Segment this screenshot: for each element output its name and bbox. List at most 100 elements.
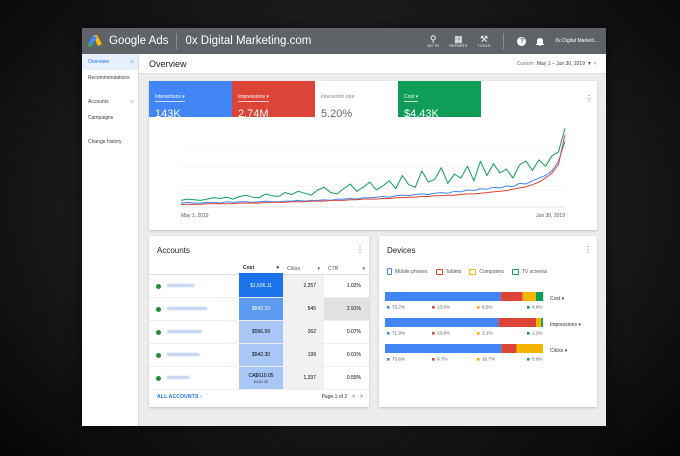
table-row[interactable]: xxxxxxxxxxxxx $542.30 199 0.01% xyxy=(149,344,369,367)
column-header-ctr[interactable]: CTR ▾ xyxy=(324,263,369,275)
ctr-cell: 0.07% xyxy=(346,329,361,335)
column-header-cost[interactable]: Cost ▾ xyxy=(239,263,283,275)
cost-cell: CA$610.05 $456.35 xyxy=(239,367,283,389)
chevron-down-icon[interactable]: ˅ xyxy=(360,394,363,400)
clicks-cell: 545 xyxy=(283,298,324,320)
overview-header: Overview Custom May 1 – Jun 30, 2019 ▾ ‹ xyxy=(139,54,606,74)
overview-card: Interactions ▾ 143K Impressions ▾ 2.74M … xyxy=(149,81,597,230)
account-name-link[interactable]: xxxxxxxxxxxxxxxx xyxy=(167,306,207,312)
sidebar-item-label: Change history xyxy=(88,139,122,145)
more-vert-icon[interactable]: ⋮ xyxy=(356,246,364,254)
sidebar-item-label: Overview xyxy=(88,59,109,65)
value-swatch xyxy=(387,306,390,309)
bar-segment xyxy=(501,344,517,353)
account-name-link[interactable]: xxxxxxxxxxx xyxy=(167,283,195,289)
search-icon: ⚲ xyxy=(429,33,437,44)
bell-icon[interactable] xyxy=(536,37,545,46)
all-accounts-link[interactable]: ALL ACCOUNTS › xyxy=(157,394,202,400)
sidebar-item-accounts[interactable]: Accounts ⌂ xyxy=(82,94,138,110)
accounts-table: Cost ▾ Clicks ▾ CTR ▾ xxxxxxxxxxx $1,636.11… xyxy=(149,263,369,390)
bar-category-label[interactable]: Cost ▾ xyxy=(550,296,565,302)
table-row[interactable]: xxxxxxxxxxx $1,636.11 2,257 1.02% xyxy=(149,275,369,298)
sidebar-item-recommendations[interactable]: Recommendations xyxy=(82,70,138,86)
page-indicator: Page 1 of 2 xyxy=(321,394,348,400)
bar-segment xyxy=(516,344,543,353)
legend-tv: TV screens xyxy=(511,268,547,275)
caret-down-icon: ▾ xyxy=(362,265,365,272)
series-line-0 xyxy=(180,128,566,201)
bar-category-label[interactable]: Impressions ▾ xyxy=(550,322,581,328)
status-dot xyxy=(156,375,161,381)
cost-cell: $840.20 xyxy=(239,298,283,320)
table-row[interactable]: xxxxxxxxxxxxxxxx $840.20 545 2.91% xyxy=(149,298,369,321)
sidebar-item-campaigns[interactable]: Campaigns xyxy=(82,110,138,126)
more-vert-icon[interactable]: ⋮ xyxy=(585,95,593,103)
bar-segment xyxy=(385,318,499,327)
data-label: 1.2% xyxy=(532,331,542,336)
ctr-cell: 0.55% xyxy=(346,375,361,381)
sidebar-item-change-history[interactable]: Change history xyxy=(82,134,138,150)
caret-down-icon: ▾ xyxy=(317,265,320,272)
metric-label: Interactions xyxy=(155,94,181,100)
metric-interactions[interactable]: Interactions ▾ 143K xyxy=(149,81,232,120)
table-header: Cost ▾ Clicks ▾ CTR ▾ xyxy=(149,263,369,275)
top-bar: Google Ads 0x Digital Marketing.com ⚲ GO… xyxy=(82,28,606,54)
clicks-cell: 2,257 xyxy=(283,275,324,297)
help-icon[interactable]: ? xyxy=(517,36,527,46)
data-label: 23.8% xyxy=(437,331,450,336)
ctr-cell: 1.02% xyxy=(346,283,361,289)
date-range-picker[interactable]: Custom May 1 – Jun 30, 2019 ▾ ‹ xyxy=(517,60,596,68)
x-tick-label: Jun 30, 2019 xyxy=(536,213,565,219)
clicks-cell: 1,337 xyxy=(283,367,324,389)
value-swatch xyxy=(527,306,530,309)
sidebar: Overview ⌂ Recommendations Accounts ⌂ Ca… xyxy=(82,54,139,426)
customer-name[interactable]: 0x Digital Marketi... xyxy=(555,38,598,44)
bar-category-label[interactable]: Clicks ▾ xyxy=(550,348,568,354)
sidebar-item-overview[interactable]: Overview ⌂ xyxy=(82,54,138,70)
tools-button[interactable]: ⚒ TOOLS xyxy=(477,34,491,48)
value-swatch xyxy=(432,358,435,361)
devices-card: Devices ⋮ Mobile phones Tablets Computer… xyxy=(379,236,597,407)
cost-cell: $1,636.11 xyxy=(239,275,283,297)
performance-line-chart: May 1, 2019 Jun 30, 2019 xyxy=(180,128,566,219)
sidebar-item-label: Recommendations xyxy=(88,75,130,81)
value-swatch xyxy=(477,358,480,361)
sidebar-item-label: Campaigns xyxy=(88,115,114,121)
go-to-button[interactable]: ⚲ GO TO xyxy=(427,33,439,48)
bar-segment xyxy=(385,292,501,301)
account-name-link[interactable]: xxxxxxxxxxxxxx xyxy=(167,329,202,335)
data-label: 71.9% xyxy=(392,331,405,336)
google-ads-logo[interactable]: Google Ads xyxy=(88,35,168,47)
account-name-link[interactable]: xxxxxxxxxxxxx xyxy=(167,352,200,358)
status-dot xyxy=(156,283,161,289)
metric-interaction-rate[interactable]: Interaction rate 5.20% xyxy=(315,81,398,120)
bar-segment xyxy=(536,318,542,327)
caret-down-icon: ▾ xyxy=(587,61,591,67)
chevron-up-icon[interactable]: ˄ xyxy=(352,394,355,400)
page-title: Overview xyxy=(149,58,187,69)
value-swatch xyxy=(387,332,390,335)
home-icon: ⌂ xyxy=(130,59,134,65)
more-vert-icon[interactable]: ⋮ xyxy=(584,246,592,254)
metric-impressions[interactable]: Impressions ▾ 2.74M xyxy=(232,81,315,120)
table-row[interactable]: xxxxxxxxxxxxxx $556.59 262 0.07% xyxy=(149,321,369,344)
metric-cost[interactable]: Cost ▾ $4.43K xyxy=(398,81,481,120)
tools-label: TOOLS xyxy=(477,43,491,48)
home-icon: ⌂ xyxy=(130,99,134,105)
devices-title: Devices xyxy=(387,246,416,255)
bar-segment xyxy=(522,292,536,301)
main-content: Overview Custom May 1 – Jun 30, 2019 ▾ ‹… xyxy=(139,54,606,426)
value-swatch xyxy=(527,358,530,361)
value-swatch xyxy=(432,306,435,309)
reports-label: REPORTS xyxy=(449,43,468,48)
value-swatch xyxy=(527,332,530,335)
reports-button[interactable]: ▦ REPORTS xyxy=(449,34,468,48)
column-header-clicks[interactable]: Clicks ▾ xyxy=(283,263,324,275)
mobile-icon xyxy=(387,268,392,275)
account-name: 0x Digital Marketing.com xyxy=(185,35,312,47)
metric-tiles: Interactions ▾ 143K Impressions ▾ 2.74M … xyxy=(149,81,597,120)
chevron-left-icon[interactable]: ‹ xyxy=(594,61,596,67)
account-name-link[interactable]: xxxxxxxxx xyxy=(167,375,190,381)
table-row[interactable]: xxxxxxxxx CA$610.05 $456.35 1,337 0.55% xyxy=(149,367,369,390)
data-label: 0.0% xyxy=(532,357,542,362)
